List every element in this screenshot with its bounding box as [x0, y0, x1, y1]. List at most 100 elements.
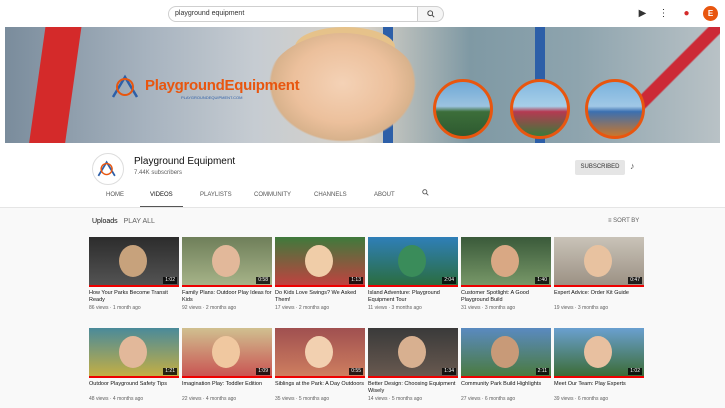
- watch-progress-bar: [554, 376, 644, 378]
- video-card[interactable]: 1:40 Customer Spotlight: A Good Playgroun…: [461, 237, 551, 311]
- video-card[interactable]: 2:11 Community Park Build Highlights 27 vi…: [461, 328, 551, 402]
- video-card[interactable]: 0:55 Siblings at the Park: A Day Outdoors…: [275, 328, 365, 402]
- video-card[interactable]: 1:09 Imagination Play: Toddler Edition 22 …: [182, 328, 272, 402]
- video-card[interactable]: 2:04 Island Adventure: Playground Equipme…: [368, 237, 458, 311]
- tab-playlists[interactable]: Playlists: [200, 188, 232, 208]
- video-thumbnail[interactable]: 0:58: [182, 237, 272, 287]
- watch-progress-bar: [368, 376, 458, 378]
- video-meta: 27 views · 6 months ago: [461, 396, 516, 402]
- search-input[interactable]: playground equipment: [168, 6, 418, 22]
- video-duration: 1:34: [442, 368, 456, 375]
- video-card[interactable]: 0:47 Expert Advice: Order Kit Guide 19 vie…: [554, 237, 644, 311]
- channel-banner: PlaygroundEquipment PLAYGROUNDEQUIPMENT.…: [5, 27, 720, 143]
- video-duration: 0:47: [628, 277, 642, 284]
- apps-grid-icon[interactable]: ⋮: [657, 7, 670, 20]
- thumbnail-subject: [584, 245, 612, 277]
- video-meta: 35 views · 5 months ago: [275, 396, 330, 402]
- banner-photo-circle: [510, 79, 570, 139]
- video-title[interactable]: Family Plans: Outdoor Play Ideas for Kid…: [182, 290, 272, 304]
- video-meta: 11 views · 3 months ago: [368, 305, 422, 311]
- watch-progress-bar: [554, 285, 644, 287]
- video-thumbnail[interactable]: 1:21: [89, 328, 179, 378]
- watch-progress-bar: [89, 376, 179, 378]
- video-title[interactable]: Expert Advice: Order Kit Guide: [554, 290, 644, 304]
- video-meta: 22 views · 4 months ago: [182, 396, 237, 402]
- create-video-icon[interactable]: ▶: [636, 7, 649, 20]
- video-title[interactable]: How Your Parks Become Transit Ready: [89, 290, 179, 304]
- watch-progress-bar: [461, 285, 551, 287]
- video-thumbnail[interactable]: 1:13: [275, 237, 365, 287]
- video-duration: 1:40: [535, 277, 549, 284]
- play-all-link[interactable]: PLAY ALL: [124, 218, 155, 225]
- video-duration: 2:11: [535, 368, 549, 375]
- watch-progress-bar: [461, 376, 551, 378]
- video-thumbnail[interactable]: 0:47: [554, 237, 644, 287]
- notifications-icon[interactable]: ●: [680, 7, 693, 20]
- video-title[interactable]: Do Kids Love Swings? We Asked Them!: [275, 290, 365, 304]
- channel-name: Playground Equipment: [134, 156, 236, 167]
- channel-avatar[interactable]: [92, 153, 124, 185]
- banner-logo-subtext: PLAYGROUNDEQUIPMENT.COM: [181, 95, 243, 100]
- video-thumbnail[interactable]: 1:02: [554, 328, 644, 378]
- video-meta: 17 views · 2 months ago: [275, 305, 330, 311]
- video-card[interactable]: 1:34 Better Design: Choosing Equipment Wi…: [368, 328, 458, 402]
- video-thumbnail[interactable]: 1:40: [461, 237, 551, 287]
- video-thumbnail[interactable]: 2:11: [461, 328, 551, 378]
- account-avatar[interactable]: E: [703, 6, 718, 21]
- thumbnail-subject: [305, 245, 333, 277]
- video-title[interactable]: Outdoor Playground Safety Tips: [89, 381, 179, 395]
- video-thumbnail[interactable]: 1:02: [89, 237, 179, 287]
- video-thumbnail[interactable]: 2:04: [368, 237, 458, 287]
- video-title[interactable]: Island Adventure: Playground Equipment T…: [368, 290, 458, 304]
- tab-videos[interactable]: Videos: [140, 188, 183, 208]
- youtube-channel-page: playground equipment ▶ ⋮ ● E PlaygroundE…: [0, 0, 725, 408]
- banner-photo-circle: [433, 79, 493, 139]
- video-title[interactable]: Better Design: Choosing Equipment Wisely: [368, 381, 458, 395]
- video-card[interactable]: 1:13 Do Kids Love Swings? We Asked Them! 1…: [275, 237, 365, 311]
- video-duration: 1:02: [628, 368, 642, 375]
- video-duration: 0:58: [256, 277, 270, 284]
- sort-by-button[interactable]: ≡ SORT BY: [608, 218, 639, 224]
- video-title[interactable]: Siblings at the Park: A Day Outdoors: [275, 381, 365, 395]
- thumbnail-subject: [212, 245, 240, 277]
- tab-home[interactable]: Home: [106, 188, 124, 208]
- watch-progress-bar: [368, 285, 458, 287]
- video-thumbnail[interactable]: 1:09: [182, 328, 272, 378]
- top-bar: playground equipment ▶ ⋮ ● E: [0, 0, 725, 27]
- thumbnail-subject: [119, 336, 147, 368]
- thumbnail-subject: [491, 245, 519, 277]
- channel-search-icon[interactable]: [422, 188, 429, 208]
- video-card[interactable]: 1:21 Outdoor Playground Safety Tips 48 vie…: [89, 328, 179, 402]
- watch-progress-bar: [182, 285, 272, 287]
- subscriber-count: 7.44K subscribers: [134, 170, 183, 176]
- video-meta: 39 views · 6 months ago: [554, 396, 609, 402]
- video-duration: 1:21: [163, 368, 177, 375]
- video-meta: 48 views · 4 months ago: [89, 396, 144, 402]
- tab-community[interactable]: Community: [254, 188, 291, 208]
- playground-logo-icon: [111, 74, 139, 98]
- video-thumbnail[interactable]: 1:34: [368, 328, 458, 378]
- thumbnail-subject: [305, 336, 333, 368]
- video-duration: 0:55: [349, 368, 363, 375]
- video-card[interactable]: 1:02 Meet Our Team: Play Experts 39 views …: [554, 328, 644, 402]
- video-title[interactable]: Imagination Play: Toddler Edition: [182, 381, 272, 395]
- video-meta: 92 views · 2 months ago: [182, 305, 237, 311]
- video-title[interactable]: Community Park Build Highlights: [461, 381, 551, 395]
- video-thumbnail[interactable]: 0:55: [275, 328, 365, 378]
- video-title[interactable]: Customer Spotlight: A Good Playground Bu…: [461, 290, 551, 304]
- watch-progress-bar: [182, 376, 272, 378]
- video-meta: 86 views · 1 month ago: [89, 305, 141, 311]
- watch-progress-bar: [89, 285, 179, 287]
- video-meta: 19 views · 3 months ago: [554, 305, 609, 311]
- subscribe-button[interactable]: SUBSCRIBED: [575, 160, 625, 175]
- video-title[interactable]: Meet Our Team: Play Experts: [554, 381, 644, 395]
- tab-about[interactable]: About: [374, 188, 395, 208]
- video-card[interactable]: 1:02 How Your Parks Become Transit Ready 8…: [89, 237, 179, 311]
- video-duration: 1:09: [256, 368, 270, 375]
- bell-icon[interactable]: ♪: [630, 161, 635, 171]
- video-duration: 1:13: [349, 277, 363, 284]
- thumbnail-subject: [212, 336, 240, 368]
- search-button[interactable]: [418, 6, 444, 22]
- tab-channels[interactable]: Channels: [314, 188, 347, 208]
- video-card[interactable]: 0:58 Family Plans: Outdoor Play Ideas for…: [182, 237, 272, 311]
